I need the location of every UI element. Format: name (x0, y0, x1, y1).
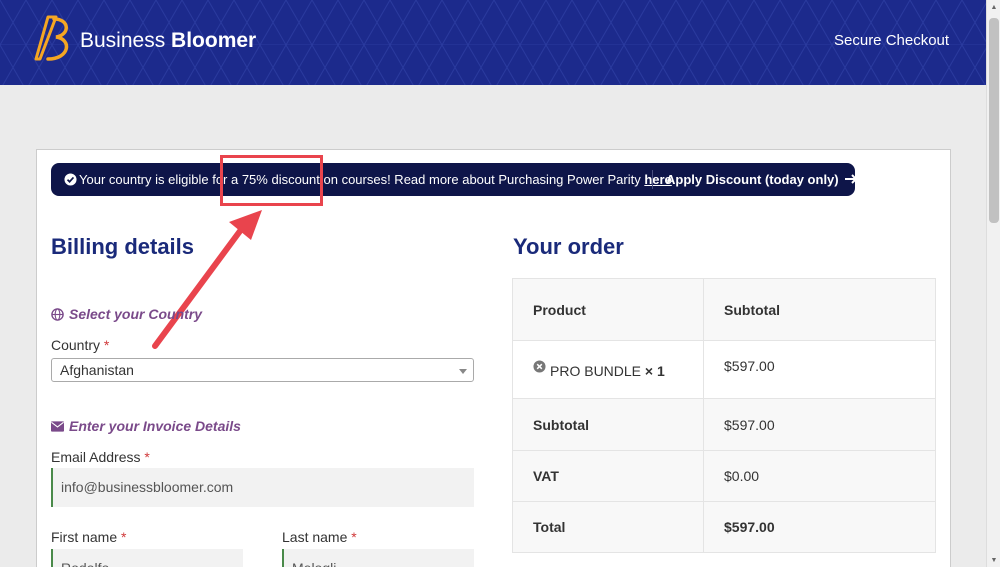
country-select-value: Afghanistan (60, 362, 134, 378)
page-scrollbar[interactable]: ▲ ▼ (986, 0, 1000, 567)
select-country-label: Select your Country (69, 306, 203, 322)
last-name-label: Last name * (282, 529, 357, 545)
country-select[interactable]: Afghanistan (51, 358, 474, 382)
required-asterisk: * (103, 337, 110, 353)
arrow-right-icon (845, 174, 858, 184)
envelope-icon (51, 420, 64, 432)
your-order-title: Your order (513, 234, 624, 259)
table-row: Subtotal $597.00 (512, 398, 936, 451)
email-field[interactable]: info@businessbloomer.com (51, 468, 474, 507)
first-name-label-text: First name (51, 529, 118, 545)
product-header: Product (512, 278, 704, 341)
site-header: Business Bloomer Secure Checkout (0, 0, 986, 85)
country-label-text: Country (51, 337, 101, 353)
vat-label: VAT (512, 450, 704, 502)
subtotal-value: $597.00 (703, 398, 936, 451)
table-row: VAT $0.00 (512, 450, 936, 502)
invoice-details-label: Enter your Invoice Details (69, 418, 241, 434)
business-bloomer-logo-icon[interactable] (34, 13, 74, 65)
brand-name-bold: Bloomer (171, 29, 257, 52)
select-country-section-label: Select your Country (51, 306, 202, 322)
required-asterisk: * (144, 449, 150, 465)
last-name-field[interactable]: Melogli (282, 549, 474, 567)
email-label: Email Address * (51, 449, 150, 465)
banner-divider (652, 170, 653, 189)
required-asterisk: * (121, 529, 127, 545)
banner-message: Your country is eligible for a 75% disco… (79, 172, 675, 187)
email-label-text: Email Address (51, 449, 141, 465)
brand-name-light: Business (80, 29, 172, 52)
order-item-name: PRO BUNDLE (550, 363, 642, 379)
subtotal-header: Subtotal (703, 278, 936, 341)
total-value: $597.00 (703, 501, 936, 553)
table-row: Total $597.00 (512, 501, 936, 553)
total-label: Total (512, 501, 704, 553)
annotation-highlight-box (220, 155, 323, 206)
first-name-label: First name * (51, 529, 126, 545)
order-item-cell: PRO BUNDLE × 1 (512, 340, 704, 399)
order-item-qty: × 1 (644, 363, 665, 379)
globe-icon (51, 307, 64, 321)
billing-details-title: Billing details (51, 234, 195, 259)
order-item-price: $597.00 (703, 340, 936, 399)
last-name-label-text: Last name (282, 529, 348, 545)
scroll-up-arrow-icon[interactable]: ▲ (987, 0, 1000, 14)
table-header-row: Product Subtotal (512, 278, 936, 341)
first-name-field[interactable]: Rodolfo (51, 549, 243, 567)
banner-text: Your country is eligible for a 75% disco… (79, 172, 645, 187)
secure-checkout-label: Secure Checkout (834, 32, 950, 49)
vat-value: $0.00 (703, 450, 936, 502)
table-row: PRO BUNDLE × 1 $597.00 (512, 340, 936, 399)
required-asterisk: * (351, 529, 357, 545)
apply-discount-label: Apply Discount (today only) (666, 172, 839, 187)
chevron-down-icon (459, 369, 467, 374)
scrollbar-thumb[interactable] (989, 18, 999, 223)
check-circle-icon (64, 173, 77, 186)
order-summary-table: Product Subtotal PRO BUNDLE × 1 $597.00 … (512, 278, 936, 553)
country-label: Country * (51, 337, 109, 353)
scroll-down-arrow-icon[interactable]: ▼ (987, 553, 1000, 567)
subtotal-label: Subtotal (512, 398, 704, 451)
remove-circle-icon[interactable] (533, 360, 546, 373)
ppp-discount-banner: Your country is eligible for a 75% disco… (51, 163, 858, 196)
apply-discount-button[interactable]: Apply Discount (today only) (666, 172, 859, 187)
brand-name[interactable]: Business Bloomer (80, 29, 256, 53)
invoice-details-section-label: Enter your Invoice Details (51, 418, 241, 434)
